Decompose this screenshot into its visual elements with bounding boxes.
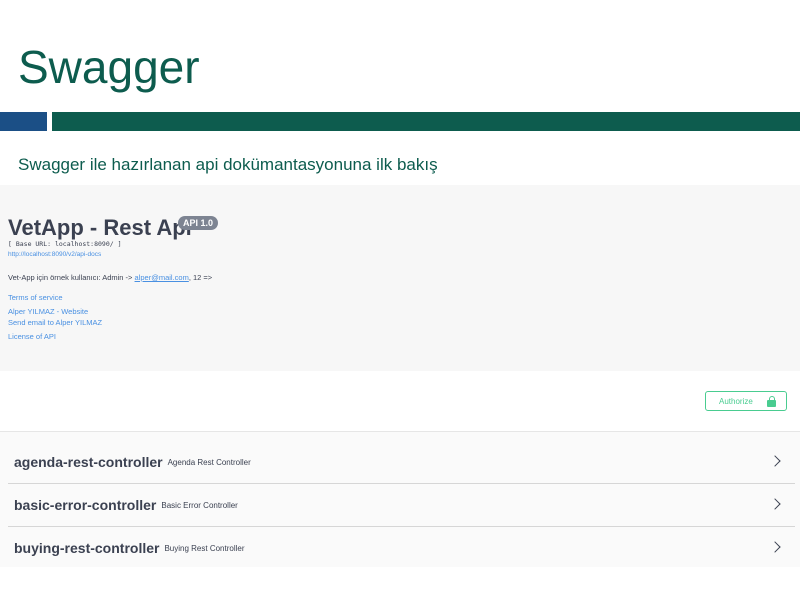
header-bar-blue [0,112,47,131]
controller-description: Buying Rest Controller [164,543,245,553]
controller-name: buying-rest-controller [14,540,160,556]
authorize-label: Authorize [719,396,753,406]
terms-of-service-link[interactable]: Terms of service [8,293,63,302]
base-url: [ Base URL: localhost:8090/ ] [8,240,122,248]
slide-title: Swagger [18,41,200,93]
authorize-button[interactable]: Authorize [705,391,787,411]
api-info-section: VetApp - Rest Api API 1.0 [ Base URL: lo… [0,185,800,371]
api-description: Vet-App için örnek kullanıcı: Admin -> a… [8,273,212,282]
description-email-link[interactable]: alper@mail.com [135,273,189,282]
controller-buying[interactable]: buying-rest-controller Buying Rest Contr… [8,527,795,567]
controller-description: Basic Error Controller [161,500,238,510]
chevron-right-icon[interactable] [769,541,781,553]
swagger-screenshot: VetApp - Rest Api API 1.0 [ Base URL: lo… [0,185,800,567]
controller-name: agenda-rest-controller [14,454,163,470]
controller-list: agenda-rest-controller Agenda Rest Contr… [8,441,795,567]
send-email-link[interactable]: Send email to Alper YILMAZ [8,318,102,327]
version-badge: API 1.0 [178,216,219,230]
api-docs-link[interactable]: http://localhost:8090/v2/api-docs [8,251,101,258]
api-title: VetApp - Rest Api [8,215,192,240]
license-link[interactable]: License of API [8,332,56,341]
header-bar-green [52,112,800,131]
slide-subtitle: Swagger ile hazırlanan api dokümantasyon… [18,155,438,174]
lock-icon [767,395,776,407]
scheme-container [0,371,800,432]
controller-agenda[interactable]: agenda-rest-controller Agenda Rest Contr… [8,441,795,484]
chevron-right-icon[interactable] [769,498,781,510]
website-link[interactable]: Alper YILMAZ - Website [8,307,88,316]
controller-name: basic-error-controller [14,497,157,513]
controller-basic-error[interactable]: basic-error-controller Basic Error Contr… [8,484,795,527]
description-prefix: Vet-App için örnek kullanıcı: Admin -> [8,273,135,282]
description-suffix: , 12 => [188,273,213,282]
controller-description: Agenda Rest Controller [167,457,251,467]
chevron-right-icon[interactable] [769,455,781,467]
